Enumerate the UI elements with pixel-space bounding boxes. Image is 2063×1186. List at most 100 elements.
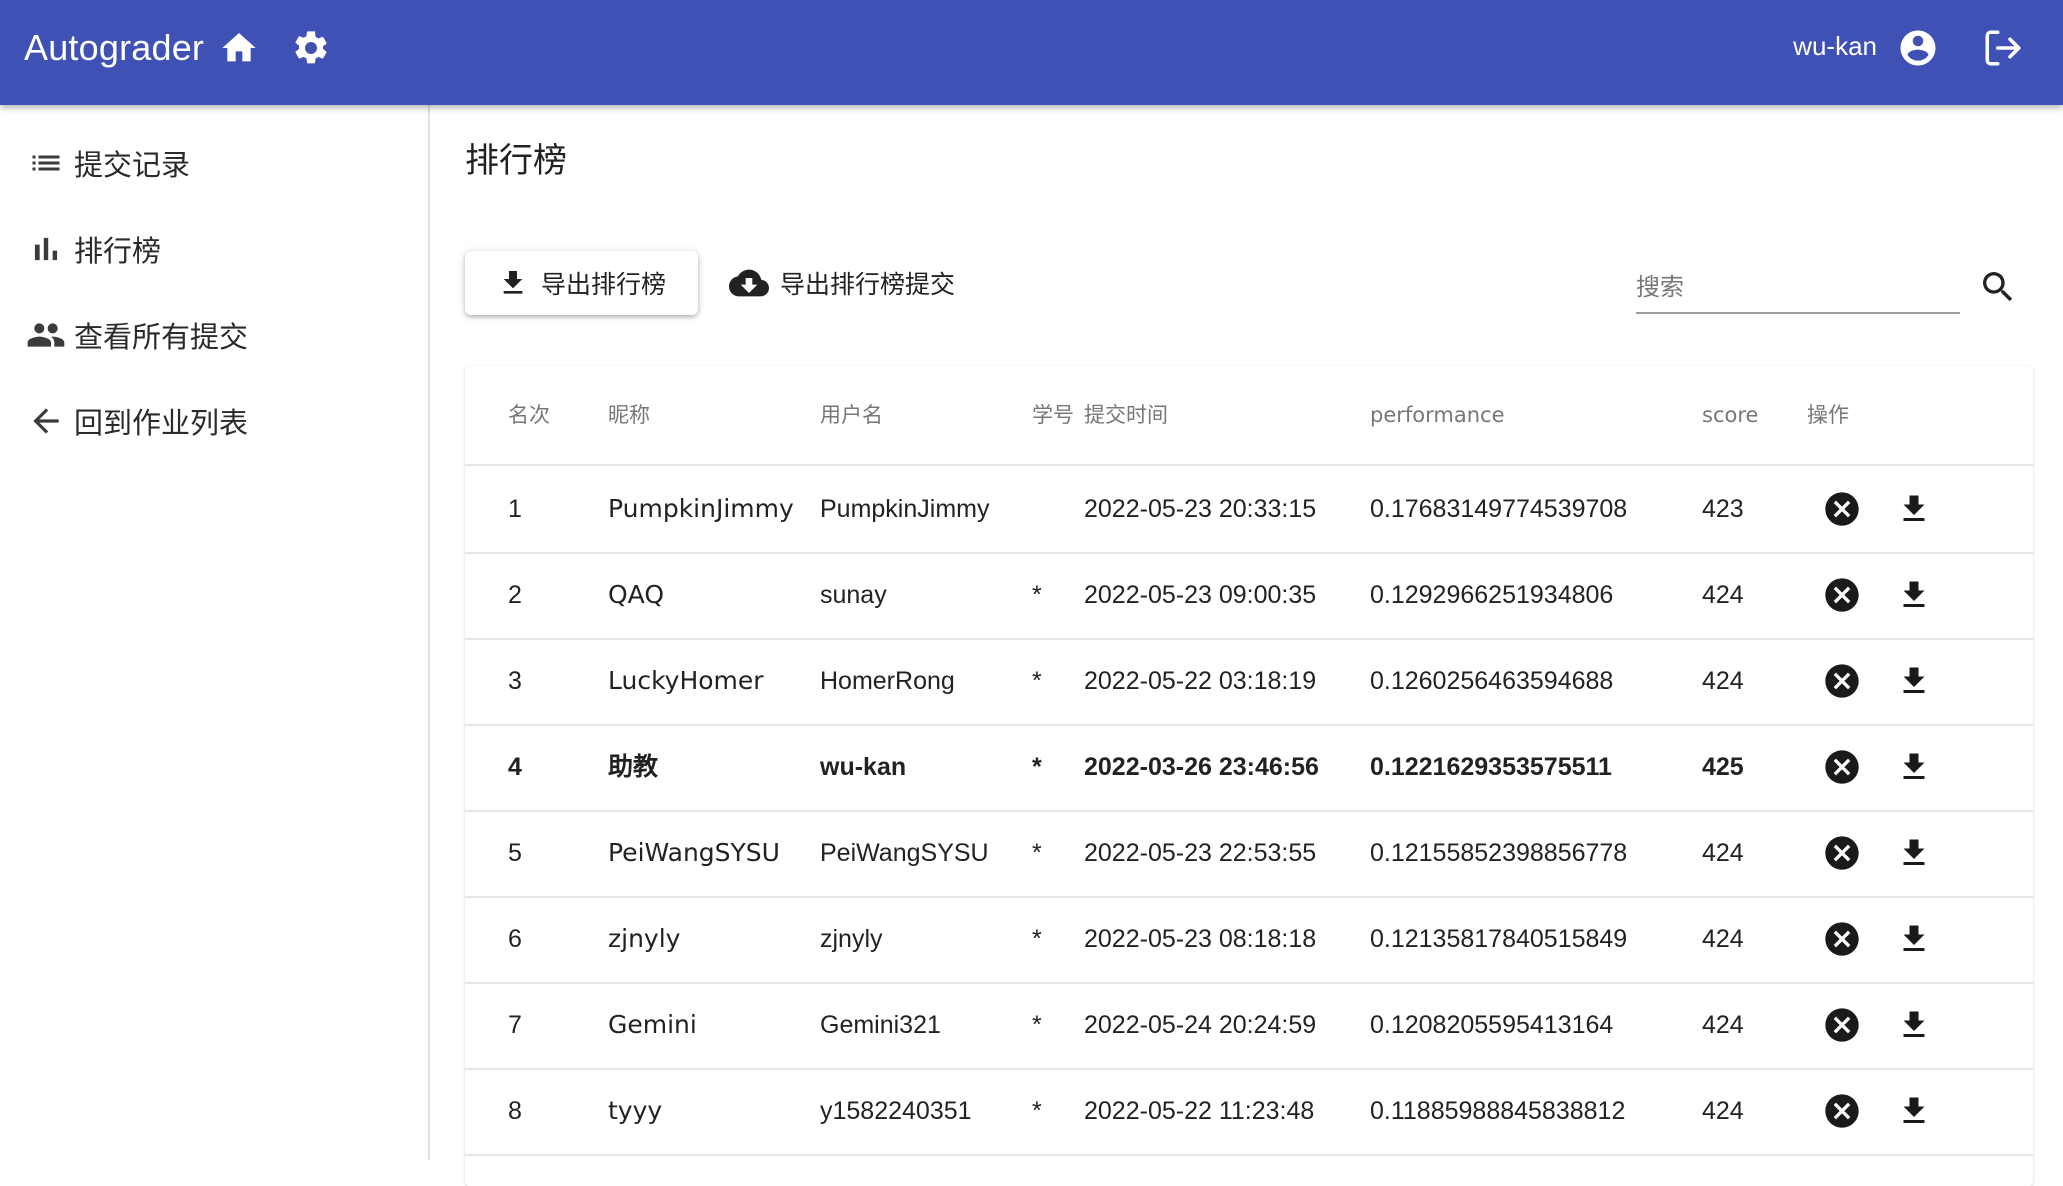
cell-performance: 0.1292966251934806: [1370, 581, 1614, 609]
cell-score: 424: [1702, 1011, 1744, 1039]
sidebar-item-back-to-assignments[interactable]: 回到作业列表: [0, 385, 428, 457]
account-circle-icon[interactable]: [1896, 26, 1940, 70]
home-icon[interactable]: [217, 26, 261, 70]
download-icon[interactable]: [1892, 1089, 1936, 1133]
list-icon: [24, 141, 68, 185]
cell-student-id: *: [1032, 581, 1042, 609]
settings-gear-icon[interactable]: [289, 26, 333, 70]
cell-rank: 7: [508, 1011, 522, 1039]
download-icon[interactable]: [1892, 917, 1936, 961]
cell-nickname: 助教: [608, 752, 659, 781]
cell-score: 424: [1702, 925, 1744, 953]
table-row: 5 PeiWangSYSU PeiWangSYSU * 2022-05-23 22:53…: [465, 810, 2033, 898]
page-title: 排行榜: [465, 141, 567, 181]
cell-performance: 0.1221629353575511: [1370, 753, 1612, 781]
remove-circle-icon[interactable]: [1820, 1003, 1864, 1047]
cell-submit-time: 2022-05-23 22:53:55: [1084, 839, 1317, 867]
cell-submit-time: 2022-05-23 09:00:35: [1084, 581, 1317, 609]
arrow-back-icon: [24, 399, 68, 443]
table-row: 1 PumpkinJimmy PumpkinJimmy 2022-05-23 20:3…: [465, 466, 2033, 554]
cell-username: HomerRong: [820, 667, 955, 695]
cell-submit-time: 2022-05-22 03:18:19: [1084, 667, 1317, 695]
current-username[interactable]: wu-kan: [1793, 0, 1877, 92]
sidebar-item-submissions[interactable]: 提交记录: [0, 127, 428, 199]
cell-performance: 0.1208205595413164: [1370, 1011, 1614, 1039]
cell-username: y1582240351: [820, 1097, 972, 1125]
cell-nickname: zjnyly: [608, 924, 681, 953]
cell-rank: 1: [508, 495, 522, 523]
export-leaderboard-button[interactable]: 导出排行榜: [465, 251, 698, 315]
cell-nickname: QAQ: [608, 580, 665, 609]
table-row: 8 tyyy y1582240351 * 2022-05-22 11:23:48 0.11…: [465, 1068, 2033, 1156]
cell-performance: 0.1260256463594688: [1370, 667, 1614, 695]
cell-score: 425: [1702, 753, 1744, 781]
cell-performance: 0.11885988845838812: [1370, 1097, 1626, 1125]
header-performance[interactable]: performance: [1370, 366, 1505, 464]
remove-circle-icon[interactable]: [1820, 1089, 1864, 1133]
remove-circle-icon[interactable]: [1820, 745, 1864, 789]
download-icon[interactable]: [1892, 831, 1936, 875]
table-row: 3 LuckyHomer HomerRong * 2022-05-22 03:18:19…: [465, 638, 2033, 726]
cell-submit-time: 2022-03-26 23:46:56: [1084, 753, 1319, 781]
sidebar-item-label: 查看所有提交: [74, 320, 249, 354]
table-row: 7 Gemini Gemini321 * 2022-05-24 20:24:59 0.12…: [465, 982, 2033, 1070]
download-icon[interactable]: [1892, 745, 1936, 789]
table-header-row: 名次 昵称 用户名 学号 提交时间 performance score 操作: [465, 366, 2033, 466]
remove-circle-icon[interactable]: [1820, 487, 1864, 531]
download-icon[interactable]: [1892, 1003, 1936, 1047]
cell-student-id: *: [1032, 1097, 1042, 1125]
cell-student-id: *: [1032, 1011, 1042, 1039]
cell-performance: 0.17683149774539708: [1370, 495, 1628, 523]
app-title[interactable]: Autograder: [24, 0, 204, 96]
cell-student-id: *: [1032, 667, 1042, 695]
cell-submit-time: 2022-05-23 20:33:15: [1084, 495, 1317, 523]
search-icon[interactable]: [1976, 265, 2020, 309]
cell-username: PumpkinJimmy: [820, 495, 990, 523]
cell-nickname: PeiWangSYSU: [608, 838, 780, 867]
bar-chart-icon: [24, 227, 68, 271]
cell-rank: 2: [508, 581, 522, 609]
cell-submit-time: 2022-05-24 20:24:59: [1084, 1011, 1317, 1039]
people-icon: [24, 313, 68, 357]
cell-username: wu-kan: [820, 753, 907, 781]
header-student-id[interactable]: 学号: [1032, 366, 1074, 464]
logout-icon[interactable]: [1981, 26, 2025, 70]
search-input[interactable]: [1636, 262, 1960, 314]
cell-nickname: LuckyHomer: [608, 666, 764, 695]
header-nickname[interactable]: 昵称: [608, 366, 650, 464]
cell-nickname: PumpkinJimmy: [608, 494, 794, 523]
cell-rank: 4: [508, 753, 522, 781]
sidebar: 提交记录 排行榜 查看所有提交 回到作业列表: [0, 105, 430, 1160]
download-icon[interactable]: [1892, 573, 1936, 617]
download-icon: [497, 267, 529, 299]
cell-score: 424: [1702, 1097, 1744, 1125]
cell-performance: 0.12135817840515849: [1370, 925, 1628, 953]
cell-username: PeiWangSYSU: [820, 839, 989, 867]
cloud-download-icon: [726, 263, 774, 303]
cell-score: 424: [1702, 581, 1744, 609]
download-icon[interactable]: [1892, 487, 1936, 531]
remove-circle-icon[interactable]: [1820, 573, 1864, 617]
header-username[interactable]: 用户名: [820, 366, 883, 464]
sidebar-item-all-submissions[interactable]: 查看所有提交: [0, 299, 428, 371]
remove-circle-icon[interactable]: [1820, 831, 1864, 875]
cell-score: 423: [1702, 495, 1744, 523]
export-submissions-label: 导出排行榜提交: [780, 270, 956, 299]
header-rank[interactable]: 名次: [508, 366, 550, 464]
cell-submit-time: 2022-05-22 11:23:48: [1084, 1097, 1315, 1125]
export-leaderboard-label: 导出排行榜: [541, 270, 667, 299]
download-icon[interactable]: [1892, 659, 1936, 703]
sidebar-item-label: 回到作业列表: [74, 406, 249, 440]
remove-circle-icon[interactable]: [1820, 917, 1864, 961]
remove-circle-icon[interactable]: [1820, 659, 1864, 703]
header-score[interactable]: score: [1702, 366, 1758, 464]
header-actions: 操作: [1807, 403, 1849, 427]
sidebar-item-leaderboard[interactable]: 排行榜: [0, 213, 428, 285]
cell-nickname: tyyy: [608, 1096, 663, 1125]
export-submissions-button[interactable]: 导出排行榜提交: [726, 251, 965, 315]
cell-username: Gemini321: [820, 1011, 941, 1039]
cell-rank: 5: [508, 839, 522, 867]
header-submit-time[interactable]: 提交时间: [1084, 366, 1168, 464]
app-bar: Autograder wu-kan: [0, 0, 2063, 105]
cell-nickname: Gemini: [608, 1010, 697, 1039]
